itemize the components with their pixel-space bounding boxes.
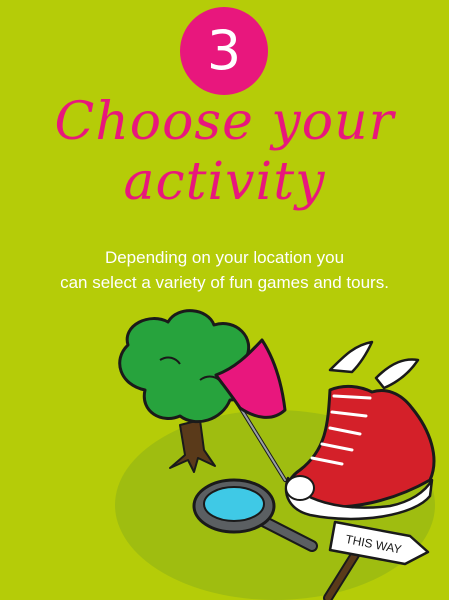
description-line-1: Depending on your location you	[104, 248, 345, 267]
activity-illustration: THIS WAY	[115, 309, 436, 600]
description: Depending on your location you can selec…	[10, 245, 439, 295]
title-line-1: Choose your	[54, 92, 395, 152]
page-title: Choose your activity	[0, 92, 449, 212]
description-line-2: can select a variety of fun games and to…	[60, 273, 389, 292]
step-number: 3	[206, 19, 242, 82]
step-number-badge: 3	[180, 7, 268, 95]
title-line-2: activity	[123, 152, 326, 212]
